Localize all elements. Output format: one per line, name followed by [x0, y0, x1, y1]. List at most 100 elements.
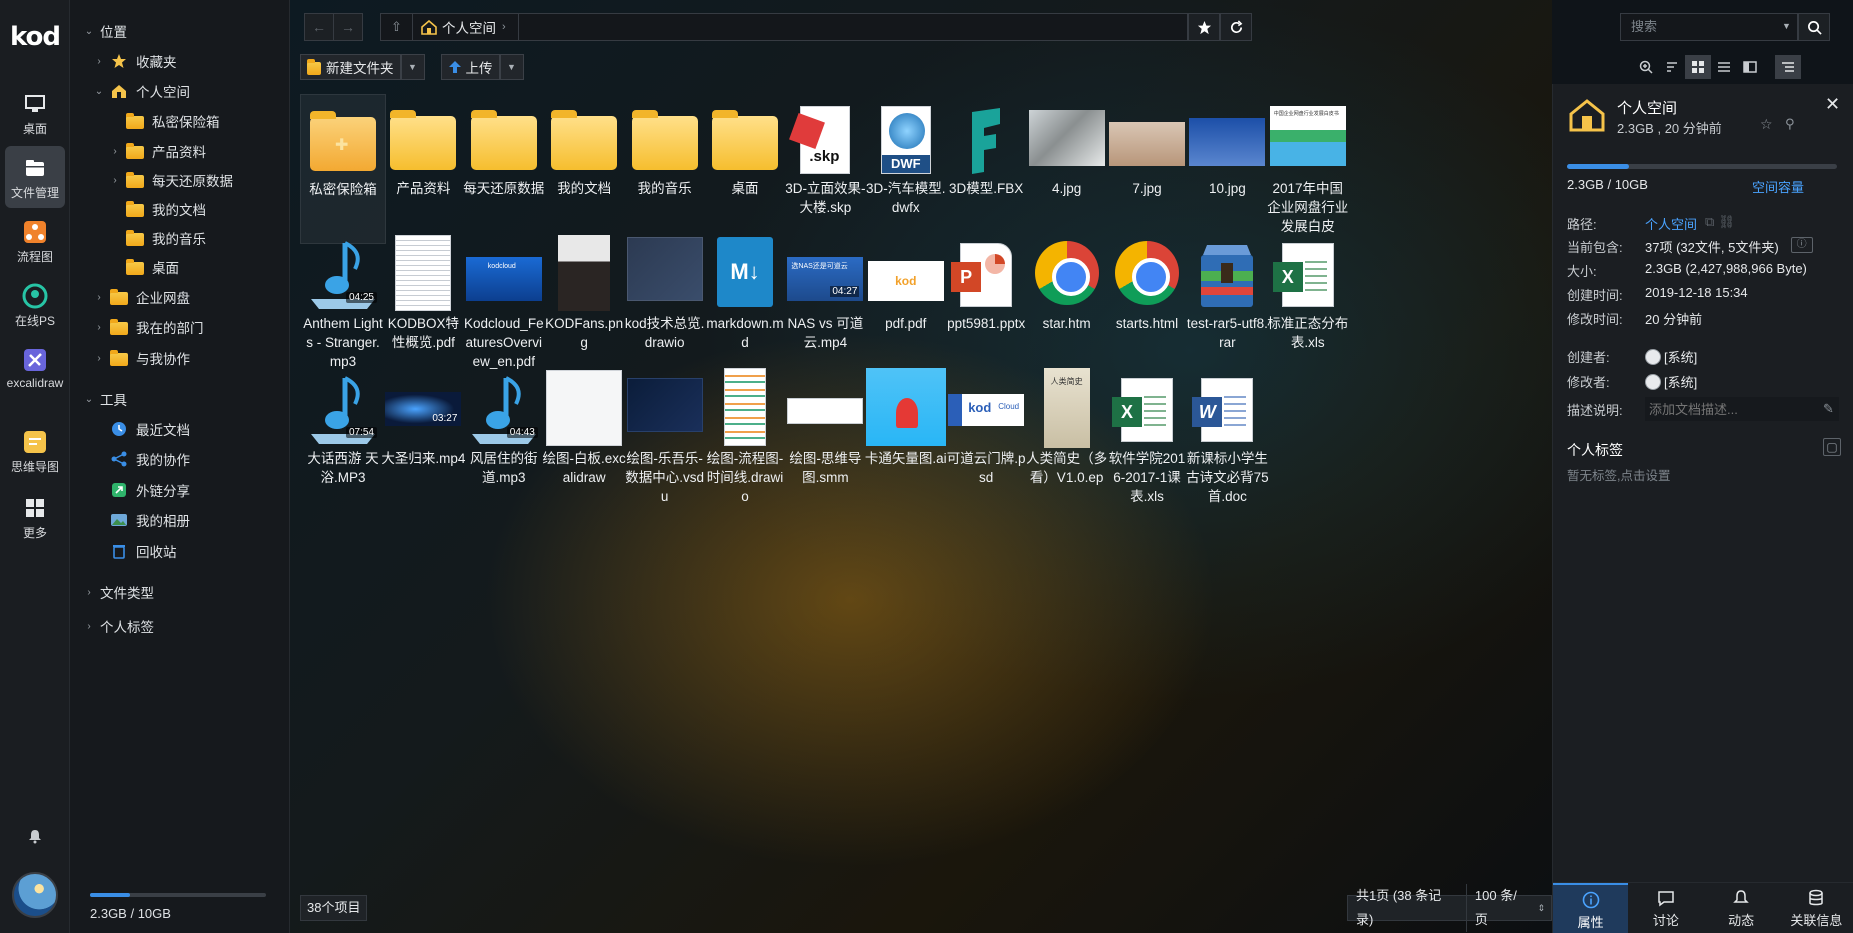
tab-related[interactable]: 关联信息	[1779, 883, 1853, 933]
tree-item-vault[interactable]: 私密保险箱	[70, 108, 290, 134]
tree-item-desktop[interactable]: 桌面	[70, 254, 290, 280]
tab-activity[interactable]: 动态	[1704, 883, 1779, 933]
file-item[interactable]: 10.jpg	[1184, 94, 1270, 244]
star-outline-icon[interactable]: ☆	[1760, 116, 1773, 133]
file-item[interactable]: 绘图-乐吾乐-数据中心.vsdu	[622, 364, 708, 514]
search-input[interactable]: 搜索	[1620, 13, 1798, 41]
rail-item-file-manager[interactable]: 文件管理	[5, 146, 65, 208]
file-item[interactable]: 我的音乐	[622, 94, 708, 244]
file-item[interactable]: starts.html	[1104, 229, 1190, 379]
tree-section-personal-tags[interactable]: › 个人标签	[70, 613, 290, 639]
sort-icon[interactable]	[1659, 55, 1685, 79]
new-folder-dropdown[interactable]: ▼	[400, 54, 425, 80]
tree-item-share-links[interactable]: 外链分享	[70, 477, 290, 503]
tag-add-icon[interactable]: ▢	[1823, 438, 1841, 456]
info-icon[interactable]: ⓘ	[1790, 237, 1813, 253]
upload-button[interactable]: 上传	[440, 54, 500, 80]
icon-view-icon[interactable]	[1685, 55, 1711, 79]
copy-icon[interactable]: ⧉	[1705, 214, 1714, 233]
file-item[interactable]: 我的文档	[541, 94, 627, 244]
tree-item-my-collab[interactable]: 我的协作	[70, 446, 290, 472]
file-item[interactable]: 选NAS还是可道云 04:27 NAS vs 可道云.mp4	[782, 229, 868, 379]
new-folder-button[interactable]: 新建文件夹	[300, 54, 401, 80]
file-item[interactable]: 7.jpg	[1104, 94, 1190, 244]
updown-icon[interactable]: ⇕	[1537, 903, 1551, 914]
file-item[interactable]: Pppt5981.pptx	[943, 229, 1029, 379]
file-item[interactable]: ✚ 私密保险箱	[300, 94, 386, 244]
file-item[interactable]: 04:43 风居住的街道.mp3	[461, 364, 547, 514]
tree-item-enterprise[interactable]: › 企业网盘	[70, 284, 290, 310]
file-item[interactable]: 每天还原数据	[461, 94, 547, 244]
file-item[interactable]: 3D模型.FBX	[943, 94, 1029, 244]
file-item[interactable]: 绘图-流程图-时间线.drawio	[702, 364, 788, 514]
rail-item-desktop[interactable]: 桌面	[5, 82, 65, 144]
file-item[interactable]: 中国企业网盘行业发展白皮书 2017年中国企业网盘行业发展白皮	[1265, 94, 1351, 244]
file-item[interactable]: star.htm	[1024, 229, 1110, 379]
file-item[interactable]: 人类简史 人类简史（多看）V1.0.ep	[1024, 364, 1110, 514]
tree-item-recent[interactable]: 最近文档	[70, 416, 290, 442]
file-item[interactable]: 产品资料	[380, 94, 466, 244]
sidebar-toggle-icon[interactable]	[1775, 55, 1801, 79]
up-arrow-icon[interactable]: ⇧	[381, 14, 413, 40]
tree-item-products[interactable]: › 产品资料	[70, 138, 290, 164]
file-item[interactable]: KODBOX特性概览.pdf	[380, 229, 466, 379]
back-button[interactable]: ←	[304, 13, 334, 41]
capacity-link[interactable]: 空间容量	[1752, 177, 1804, 196]
rail-item-mindmap[interactable]: 思维导图	[5, 420, 65, 482]
file-item[interactable]: M↓ markdown.md	[702, 229, 788, 379]
list-view-icon[interactable]	[1711, 55, 1737, 79]
file-item[interactable]: 卡通矢量图.ai	[863, 364, 949, 514]
zoom-icon[interactable]	[1633, 55, 1659, 79]
tree-section-tools[interactable]: ⌄ 工具	[70, 386, 290, 412]
forward-button[interactable]: →	[333, 13, 363, 41]
file-item[interactable]: kod pdf.pdf	[863, 229, 949, 379]
file-item[interactable]: 绘图-思维导图.smm	[782, 364, 868, 514]
tree-item-album[interactable]: 我的相册	[70, 507, 290, 533]
search-button[interactable]	[1798, 13, 1830, 41]
user-avatar[interactable]	[12, 872, 58, 918]
edit-pencil-icon[interactable]: ✎	[1823, 401, 1834, 417]
pin-icon[interactable]: ⚲	[1785, 116, 1795, 132]
file-item[interactable]: test-rar5-utf8.rar	[1184, 229, 1270, 379]
file-item[interactable]: 04:25 Anthem Lights - Stranger.mp3	[300, 229, 386, 379]
bell-icon[interactable]	[27, 828, 43, 844]
tree-item-collab[interactable]: › 与我协作	[70, 345, 290, 371]
upload-dropdown[interactable]: ▼	[499, 54, 524, 80]
tab-properties[interactable]: 属性	[1553, 883, 1629, 933]
tree-item-personal[interactable]: ⌄ 个人空间	[70, 78, 290, 104]
file-item[interactable]: DWF 3D-汽车模型.dwfx	[863, 94, 949, 244]
tree-section-file-types[interactable]: › 文件类型	[70, 579, 290, 605]
file-item[interactable]: 07:54 大话西游 天浴.MP3	[300, 364, 386, 514]
description-input[interactable]	[1645, 397, 1839, 421]
refresh-button[interactable]	[1220, 13, 1252, 41]
breadcrumb[interactable]: 个人空间 ›	[413, 17, 506, 37]
tree-item-my-docs[interactable]: 我的文档	[70, 196, 290, 222]
caret-down-icon[interactable]: ▼	[1782, 21, 1791, 31]
tree-item-favorites[interactable]: › 收藏夹	[70, 48, 290, 74]
tab-discussion[interactable]: 讨论	[1628, 883, 1703, 933]
address-empty-area[interactable]	[517, 14, 1187, 40]
favorite-button[interactable]	[1188, 13, 1220, 41]
file-item[interactable]: 4.jpg	[1024, 94, 1110, 244]
file-item[interactable]: KODFans.png	[541, 229, 627, 379]
rail-item-more[interactable]: 更多	[5, 486, 65, 548]
file-item[interactable]: X 软件学院2016-2017-1课表.xls	[1104, 364, 1190, 514]
file-item[interactable]: .skp 3D-立面效果-大楼.skp	[782, 94, 868, 244]
file-item[interactable]: X 标准正态分布表.xls	[1265, 229, 1351, 379]
path-link[interactable]: 个人空间	[1645, 214, 1697, 233]
file-item[interactable]: kodcloud Kodcloud_FeaturesOverview_en.pdf	[461, 229, 547, 379]
link-icon[interactable]: ⛓	[1718, 214, 1735, 233]
tree-item-my-dept[interactable]: › 我在的部门	[70, 314, 290, 340]
file-item[interactable]: 桌面	[702, 94, 788, 244]
file-item[interactable]: 03:27 大圣归来.mp4	[380, 364, 466, 514]
per-page-select[interactable]: 100 条/页	[1467, 884, 1538, 932]
tree-item-recycle[interactable]: 回收站	[70, 538, 290, 564]
tags-hint[interactable]: 暂无标签,点击设置	[1567, 465, 1670, 484]
file-item[interactable]: kod Cloud 可道云门牌.psd	[943, 364, 1029, 514]
file-item[interactable]: kod技术总览.drawio	[622, 229, 708, 379]
split-view-icon[interactable]	[1737, 55, 1763, 79]
rail-item-flowchart[interactable]: 流程图	[5, 210, 65, 272]
tree-item-daily-restore[interactable]: › 每天还原数据	[70, 167, 290, 193]
close-icon[interactable]: ✕	[1825, 94, 1840, 115]
file-item[interactable]: W 新课标小学生古诗文必背75首.doc	[1184, 364, 1270, 514]
